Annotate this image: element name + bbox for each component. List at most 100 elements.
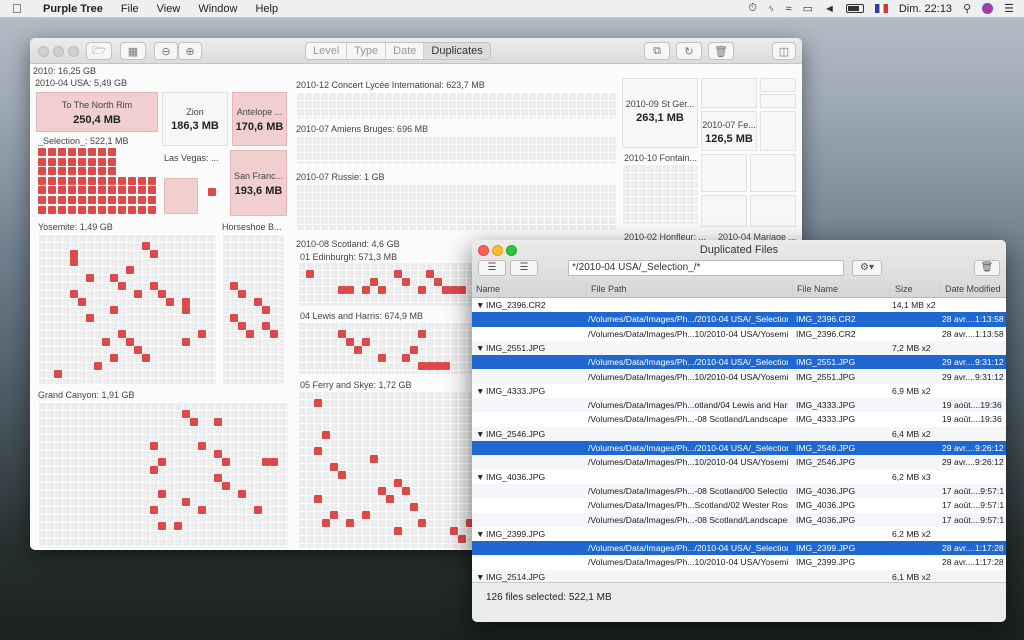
duplicate-file[interactable] bbox=[402, 487, 410, 495]
duplicate-file-row[interactable]: /Volumes/Data/Images/Ph...otland/04 Lewi… bbox=[472, 398, 1006, 413]
duplicate-file-row[interactable]: /Volumes/Data/Images/Ph...10/2010-04 USA… bbox=[472, 455, 1006, 470]
folder-san-francisco[interactable]: San Franc... 193,6 MB bbox=[230, 150, 287, 216]
duplicate-file[interactable] bbox=[418, 286, 426, 294]
duplicate-file[interactable] bbox=[78, 167, 86, 176]
duplicate-file[interactable] bbox=[126, 266, 134, 274]
gear-icon[interactable]: ⚙▾ bbox=[852, 260, 882, 276]
tab-date[interactable]: Date bbox=[386, 43, 425, 59]
duplicate-file[interactable] bbox=[70, 250, 78, 258]
duplicate-file[interactable] bbox=[306, 270, 314, 278]
duplicate-file[interactable] bbox=[150, 282, 158, 290]
duplicate-file[interactable] bbox=[110, 274, 118, 282]
duplicate-file[interactable] bbox=[38, 157, 46, 166]
duplicate-file[interactable] bbox=[88, 157, 96, 166]
yosemite-files[interactable] bbox=[38, 234, 216, 384]
duplicate-file[interactable] bbox=[118, 282, 126, 290]
duplicate-file[interactable] bbox=[150, 250, 158, 258]
duplicate-file[interactable] bbox=[314, 495, 322, 503]
duplicate-file[interactable] bbox=[262, 458, 270, 466]
duplicate-file[interactable] bbox=[102, 338, 110, 346]
duplicate-file[interactable] bbox=[38, 196, 46, 204]
duplicate-file[interactable] bbox=[442, 362, 450, 370]
clock[interactable]: Dim. 22:13 bbox=[899, 3, 952, 15]
airplay-icon[interactable]: ▭ bbox=[803, 2, 813, 15]
folder-tile[interactable] bbox=[760, 94, 796, 108]
duplicate-file[interactable] bbox=[442, 286, 450, 294]
duplicate-file[interactable] bbox=[128, 186, 136, 195]
duplicate-file[interactable] bbox=[346, 519, 354, 527]
duplicate-group-row[interactable]: ▼ IMG_2551.JPG 7,2 MB x2 bbox=[472, 340, 1006, 356]
duplicate-file[interactable] bbox=[402, 278, 410, 286]
duplicate-file[interactable] bbox=[68, 157, 76, 166]
duplicate-file[interactable] bbox=[110, 306, 118, 314]
ferry-files[interactable] bbox=[298, 391, 478, 548]
duplicate-file-row[interactable]: /Volumes/Data/Images/Ph.../2010-04 USA/_… bbox=[472, 355, 1006, 370]
duplicate-file[interactable] bbox=[322, 519, 330, 527]
tab-level[interactable]: Level bbox=[306, 43, 348, 59]
duplicate-group-row[interactable]: ▼ IMG_2396.CR2 14,1 MB x2 bbox=[472, 298, 1006, 312]
duplicate-file[interactable] bbox=[314, 399, 322, 407]
duplicate-file-row[interactable]: /Volumes/Data/Images/Ph.../2010-04 USA/_… bbox=[472, 312, 1006, 327]
duplicate-file[interactable] bbox=[134, 346, 142, 354]
duplicate-file[interactable] bbox=[118, 196, 126, 204]
duplicate-file[interactable] bbox=[98, 205, 106, 214]
duplicate-file[interactable] bbox=[410, 503, 418, 511]
duplicate-file[interactable] bbox=[78, 205, 86, 214]
folder-tile[interactable] bbox=[701, 78, 757, 108]
duplicate-group-row[interactable]: ▼ IMG_4036.JPG 6,2 MB x3 bbox=[472, 470, 1006, 484]
duplicate-file[interactable] bbox=[150, 506, 158, 514]
selection-folder-files[interactable] bbox=[38, 148, 158, 216]
duplicate-file[interactable] bbox=[214, 474, 222, 482]
zoom-button[interactable] bbox=[68, 46, 79, 57]
notification-center-icon[interactable]: ☰ bbox=[1004, 2, 1014, 15]
duplicate-file[interactable] bbox=[148, 205, 156, 214]
duplicate-file[interactable] bbox=[222, 482, 230, 490]
folder-tile[interactable] bbox=[750, 154, 796, 192]
duplicate-file[interactable] bbox=[142, 242, 150, 250]
duplicate-file[interactable] bbox=[110, 354, 118, 362]
wifi-icon[interactable]: ≈ bbox=[786, 3, 792, 15]
duplicate-file[interactable] bbox=[338, 330, 346, 338]
duplicate-file[interactable] bbox=[238, 290, 246, 298]
disclosure-triangle-icon[interactable]: ▼ bbox=[476, 343, 485, 353]
duplicate-file[interactable] bbox=[68, 176, 76, 185]
duplicate-file[interactable] bbox=[118, 330, 126, 338]
duplicate-file[interactable] bbox=[262, 322, 270, 330]
folder-tile[interactable] bbox=[701, 154, 747, 192]
menu-view[interactable]: View bbox=[148, 3, 190, 15]
duplicate-file[interactable] bbox=[158, 522, 166, 530]
duplicate-file[interactable] bbox=[54, 370, 62, 378]
duplicate-file[interactable] bbox=[138, 196, 146, 204]
tab-type[interactable]: Type bbox=[347, 43, 387, 59]
duplicate-file[interactable] bbox=[458, 286, 466, 294]
menu-help[interactable]: Help bbox=[246, 3, 287, 15]
duplicate-file[interactable] bbox=[70, 258, 78, 266]
lewis-files[interactable] bbox=[298, 322, 478, 374]
duplicate-file[interactable] bbox=[158, 458, 166, 466]
duplicate-file[interactable] bbox=[70, 290, 78, 298]
duplicate-file-row[interactable]: /Volumes/Data/Images/Ph...10/2010-04 USA… bbox=[472, 369, 1006, 384]
duplicate-file-row[interactable]: /Volumes/Data/Images/Ph...10/2010-04 USA… bbox=[472, 327, 1006, 341]
duplicate-file[interactable] bbox=[38, 176, 46, 185]
apple-icon[interactable]:  bbox=[0, 1, 34, 16]
disclosure-triangle-icon[interactable]: ▼ bbox=[476, 572, 485, 582]
duplicate-file[interactable] bbox=[68, 196, 76, 204]
duplicate-file[interactable] bbox=[88, 176, 96, 185]
duplicate-file[interactable] bbox=[78, 186, 86, 195]
duplicate-file[interactable] bbox=[394, 270, 402, 278]
duplicate-file[interactable] bbox=[78, 196, 86, 204]
folder-tile[interactable] bbox=[750, 195, 796, 227]
fontainebleau-files[interactable] bbox=[622, 164, 698, 224]
duplicate-file[interactable] bbox=[158, 290, 166, 298]
duplicate-file[interactable] bbox=[148, 196, 156, 204]
duplicate-file[interactable] bbox=[322, 431, 330, 439]
spotlight-search-icon[interactable]: ⚲ bbox=[963, 2, 971, 15]
duplicate-file[interactable] bbox=[48, 167, 56, 176]
bluetooth-icon[interactable]: ᛃ bbox=[768, 3, 775, 15]
duplicate-file[interactable] bbox=[98, 157, 106, 166]
duplicate-file[interactable] bbox=[86, 314, 94, 322]
concert-files[interactable] bbox=[296, 92, 616, 118]
disclosure-triangle-icon[interactable]: ▼ bbox=[476, 300, 485, 310]
duplicate-file[interactable] bbox=[58, 186, 66, 195]
duplicate-file[interactable] bbox=[238, 490, 246, 498]
